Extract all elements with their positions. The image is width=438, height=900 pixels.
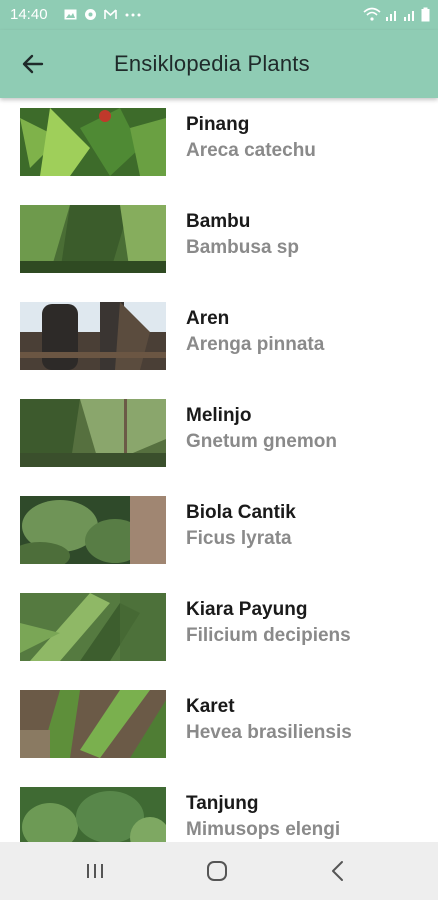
status-bar: 14:40	[0, 0, 438, 30]
recent-apps-icon	[78, 864, 112, 890]
status-time: 14:40	[10, 6, 48, 23]
plant-thumbnail	[20, 205, 166, 273]
plant-name: Biola Cantik	[186, 502, 296, 523]
signal-icon	[403, 7, 417, 27]
system-back-button[interactable]	[322, 856, 356, 886]
back-button[interactable]	[18, 48, 52, 80]
gallery-icon	[64, 8, 77, 21]
plant-thumbnail	[20, 302, 166, 370]
status-left-icons	[64, 8, 141, 21]
plant-name: Tanjung	[186, 793, 259, 814]
plant-thumbnail	[20, 593, 166, 661]
plant-list-item[interactable]: Kiara Payung Filicium decipiens	[0, 583, 438, 673]
plant-name: Pinang	[186, 114, 250, 135]
plant-latin-name: Filicium decipiens	[186, 625, 351, 646]
plant-list-item[interactable]: Biola Cantik Ficus lyrata	[0, 486, 438, 576]
plant-latin-name: Bambusa sp	[186, 237, 299, 258]
plant-list-item[interactable]: Pinang Areca catechu	[0, 98, 438, 188]
app-bar: Ensiklopedia Plants	[0, 30, 438, 98]
plant-thumbnail	[20, 108, 166, 176]
battery-icon	[421, 7, 430, 27]
plant-thumbnail	[20, 496, 166, 564]
plant-list-item[interactable]: Melinjo Gnetum gnemon	[0, 389, 438, 479]
plant-latin-name: Ficus lyrata	[186, 528, 292, 549]
mail-icon	[104, 8, 117, 21]
plant-latin-name: Arenga pinnata	[186, 334, 325, 355]
plant-name: Melinjo	[186, 405, 252, 426]
plant-name: Bambu	[186, 211, 251, 232]
recent-apps-button[interactable]	[78, 856, 112, 886]
arrow-left-icon	[18, 54, 52, 84]
plant-latin-name: Mimusops elengi	[186, 819, 341, 840]
plant-latin-name: Areca catechu	[186, 140, 316, 161]
signal-icon	[385, 7, 399, 27]
plant-list-item[interactable]: Aren Arenga pinnata	[0, 292, 438, 382]
plant-name: Aren	[186, 308, 230, 329]
plant-list: Pinang Areca catechu Bambu Bambusa sp Ar…	[0, 98, 438, 842]
wifi-icon	[363, 7, 381, 27]
navigation-bar	[0, 842, 438, 900]
home-icon	[200, 861, 234, 890]
status-right-icons	[363, 7, 430, 27]
plant-list-item[interactable]: Tanjung Mimusops elengi	[0, 777, 438, 842]
more-dots-icon	[124, 8, 141, 21]
plant-name: Karet	[186, 696, 235, 717]
plant-thumbnail	[20, 787, 166, 842]
plant-latin-name: Gnetum gnemon	[186, 431, 337, 452]
location-icon	[84, 8, 97, 21]
back-icon	[322, 861, 356, 890]
plant-thumbnail	[20, 399, 166, 467]
plant-name: Kiara Payung	[186, 599, 308, 620]
plant-list-item[interactable]: Bambu Bambusa sp	[0, 195, 438, 285]
plant-list-item[interactable]: Karet Hevea brasiliensis	[0, 680, 438, 770]
plant-thumbnail	[20, 690, 166, 758]
plant-latin-name: Hevea brasiliensis	[186, 722, 352, 743]
page-title: Ensiklopedia Plants	[114, 51, 310, 76]
home-button[interactable]	[200, 856, 234, 886]
